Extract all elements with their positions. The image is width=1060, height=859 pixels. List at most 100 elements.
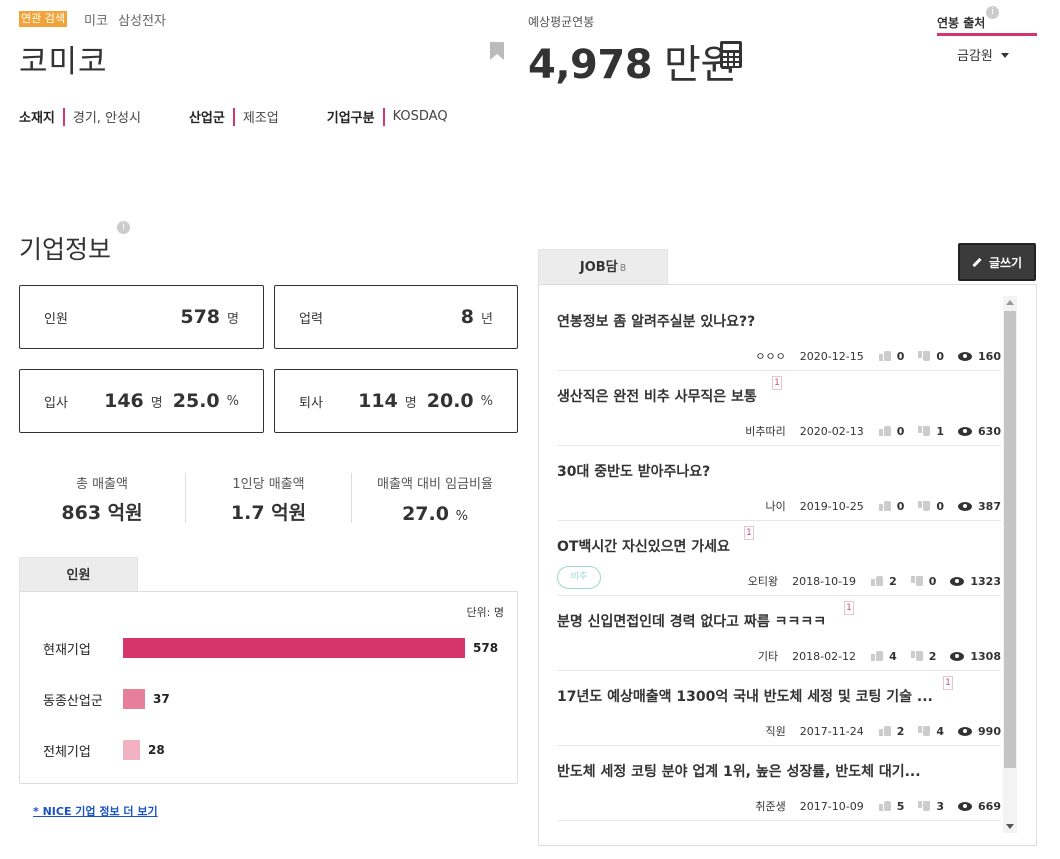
meta-company-type: 기업구분 KOSDAQ xyxy=(326,107,448,126)
thumbs-down-icon[interactable] xyxy=(918,801,931,811)
post-meta: 직원 2017-11-24 2 4 990 xyxy=(766,723,1001,739)
post-date: 2020-02-13 xyxy=(799,424,864,438)
bar-label: 동종산업군 xyxy=(43,694,103,709)
view-count: 630 xyxy=(978,424,1001,438)
post-title[interactable]: 생산직은 완전 비추 사무직은 보통 xyxy=(557,386,757,406)
bar xyxy=(123,638,465,658)
list-item[interactable]: 분명 신입면접인데 경력 없다고 짜름 ㅋㅋㅋㅋ 1 기타 2018-02-12 4 2 1… xyxy=(557,596,1001,671)
list-item[interactable]: 30대 중반도 받아주나요? 나이 2019-10-25 0 0 387 xyxy=(557,446,1001,521)
eye-icon xyxy=(958,726,973,736)
view-count: 990 xyxy=(978,724,1001,738)
eye-icon xyxy=(958,426,973,436)
company-name: 코미코 xyxy=(19,44,108,80)
related-link[interactable]: 삼성전자 xyxy=(118,14,166,29)
meta-industry: 산업군 제조업 xyxy=(189,107,279,126)
sales-summary: 총 매출액 863 억원 1인당 매출액 1.7 억원 매출액 대비 임금비율 … xyxy=(19,473,518,525)
stat-hire: 입사 146 명 25.0% xyxy=(19,369,264,433)
list-item[interactable]: 17년도 예상매출액 1300억 국내 반도체 세정 및 코팅 기술 ... 1 직… xyxy=(557,671,1001,746)
comment-count-badge: 1 xyxy=(744,526,754,540)
salary-value: 4,978 만원 xyxy=(528,42,737,88)
eye-icon xyxy=(958,501,973,511)
view-count: 1323 xyxy=(970,574,1001,588)
thumbs-up-icon[interactable] xyxy=(871,576,884,586)
list-item[interactable]: OT백시간 자신있으면 가세요 1 비추 오티왕 2018-10-19 2 0 1323 xyxy=(557,521,1001,596)
thumbs-up-icon[interactable] xyxy=(871,651,884,661)
related-link[interactable]: 미코 xyxy=(84,14,108,29)
post-date: 2018-02-12 xyxy=(792,649,857,663)
thumbs-down-icon[interactable] xyxy=(910,576,923,586)
related-search-tag: 연관 검색 xyxy=(19,11,67,27)
thumbs-up-icon[interactable] xyxy=(878,426,891,436)
post-author: 직원 xyxy=(765,725,786,738)
nice-info-link[interactable]: * NICE 기업 정보 더 보기 xyxy=(33,803,158,819)
stat-years: 업력 8년 xyxy=(274,285,518,349)
post-tag: 비추 xyxy=(557,566,601,589)
source-dropdown[interactable]: 금감원 xyxy=(957,45,1009,64)
bookmark-icon[interactable] xyxy=(490,42,504,60)
post-date: 2019-10-25 xyxy=(799,499,864,513)
thumbs-up-icon[interactable] xyxy=(878,726,891,736)
scroll-up-icon[interactable] xyxy=(1006,300,1014,305)
post-date: 2017-11-24 xyxy=(799,724,864,738)
write-button[interactable]: 글쓰기 xyxy=(958,243,1036,281)
post-date: 2018-10-19 xyxy=(792,574,857,588)
scroll-thumb[interactable] xyxy=(1004,311,1016,768)
post-date: 2020-12-15 xyxy=(799,349,864,363)
thumbs-down-icon[interactable] xyxy=(918,501,931,511)
list-item[interactable]: 생산직은 완전 비추 사무직은 보통 1 비추따리 2020-02-13 0 1 630 xyxy=(557,371,1001,446)
bar-label: 현재기업 xyxy=(43,643,91,658)
tab-people[interactable]: 인원 xyxy=(19,557,138,592)
thumbs-down-icon[interactable] xyxy=(910,651,923,661)
view-count: 387 xyxy=(978,499,1001,513)
thumbs-up-icon[interactable] xyxy=(878,501,891,511)
eye-icon xyxy=(950,651,965,661)
chart-unit: 단위: 명 xyxy=(466,606,504,619)
post-title[interactable]: 17년도 예상매출액 1300억 국내 반도체 세정 및 코팅 기술 ... xyxy=(557,686,933,706)
thumbs-down-icon[interactable] xyxy=(918,726,931,736)
post-title[interactable]: 반도체 세정 코팅 분야 업계 1위, 높은 성장률, 반도체 대기... xyxy=(557,761,921,781)
thumbs-down-icon[interactable] xyxy=(918,426,931,436)
view-count: 1308 xyxy=(970,649,1001,663)
dislike-count: 0 xyxy=(936,499,945,513)
scroll-down-icon[interactable] xyxy=(1006,824,1014,829)
list-item[interactable]: 반도체 세정 코팅 분야 업계 1위, 높은 성장률, 반도체 대기... 취준생… xyxy=(557,746,1001,821)
pencil-icon xyxy=(972,257,982,267)
like-count: 0 xyxy=(896,424,905,438)
post-author: 나이 xyxy=(765,500,786,513)
comment-count-badge: 1 xyxy=(772,376,782,390)
source-underline xyxy=(937,33,1037,36)
total-sales: 총 매출액 863 억원 xyxy=(61,477,143,524)
post-date: 2017-10-09 xyxy=(799,799,864,813)
scrollbar[interactable] xyxy=(1003,296,1017,833)
like-count: 5 xyxy=(896,799,905,813)
dislike-count: 3 xyxy=(936,799,945,813)
post-title[interactable]: 30대 중반도 받아주나요? xyxy=(557,461,710,481)
thumbs-up-icon[interactable] xyxy=(878,801,891,811)
post-title[interactable]: OT백시간 자신있으면 가세요 xyxy=(557,536,730,556)
salary-source-title: 연봉 출처 xyxy=(937,16,986,30)
view-count: 669 xyxy=(978,799,1001,813)
info-icon[interactable]: i xyxy=(986,6,999,19)
calculator-icon[interactable] xyxy=(720,41,742,68)
dislike-count: 2 xyxy=(928,649,937,663)
post-author: 기타 xyxy=(757,650,779,663)
related-links: 미코 삼성전자 xyxy=(84,10,172,29)
post-title[interactable]: 분명 신입면접인데 경력 없다고 짜름 ㅋㅋㅋㅋ xyxy=(557,611,826,631)
like-count: 0 xyxy=(896,349,905,363)
salary-caption: 예상평균연봉 xyxy=(528,15,595,29)
comment-count-badge: 1 xyxy=(943,676,953,690)
stat-staff: 인원 578 명 xyxy=(19,285,264,349)
info-icon[interactable]: i xyxy=(117,221,130,234)
people-chart: 단위: 명 현재기업 578 동종산업군 37 전체기업 28 xyxy=(19,591,518,784)
list-item[interactable]: 연봉정보 좀 알려주실분 있나요?? ㅇㅇㅇ 2020-12-15 0 0 160 xyxy=(557,296,1001,371)
dislike-count: 0 xyxy=(928,574,937,588)
thumbs-down-icon[interactable] xyxy=(918,351,931,361)
tab-job[interactable]: JOB담 8 xyxy=(538,249,668,285)
dislike-count: 4 xyxy=(936,724,945,738)
stat-leave: 퇴사 114 명 20.0% xyxy=(274,369,518,433)
thumbs-up-icon[interactable] xyxy=(878,351,891,361)
post-title[interactable]: 연봉정보 좀 알려주실분 있나요?? xyxy=(557,311,755,331)
bar-value: 37 xyxy=(153,692,170,706)
bar-value: 578 xyxy=(473,641,499,655)
post-meta: 나이 2019-10-25 0 0 387 xyxy=(766,498,1001,514)
